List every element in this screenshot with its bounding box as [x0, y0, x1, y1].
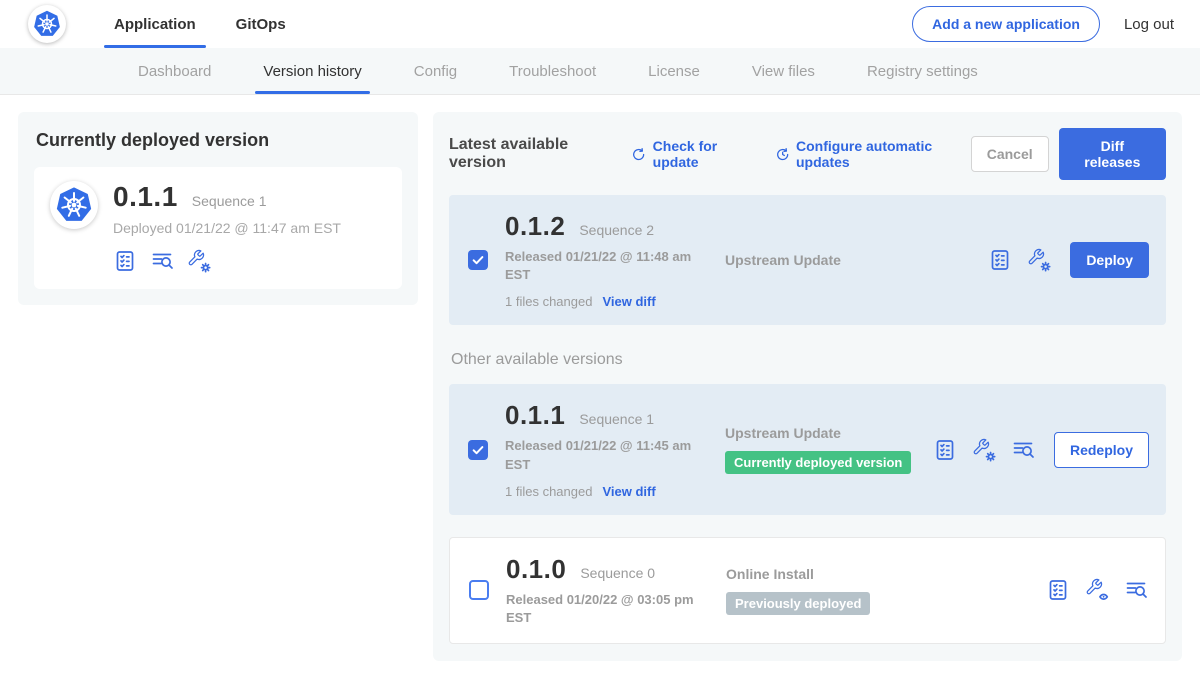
- version-source: Upstream Update Currently deployed versio…: [717, 425, 933, 474]
- files-changed: 1 files changed View diff: [505, 484, 717, 499]
- latest-version-title: Latest available version: [449, 136, 612, 172]
- logout-button[interactable]: Log out: [1124, 16, 1174, 33]
- version-row: 0.1.0 Sequence 0 Released 01/20/22 @ 03:05…: [449, 537, 1166, 644]
- released-timestamp: Released 01/21/22 @ 11:45 am EST: [505, 437, 705, 473]
- main-content: Currently deployed version 0.1.1 Sequenc…: [0, 95, 1200, 678]
- view-logs-icon[interactable]: [1011, 438, 1035, 462]
- latest-version-list: 0.1.2 Sequence 2 Released 01/21/22 @ 11:48…: [449, 195, 1166, 325]
- released-timestamp: Released 01/21/22 @ 11:48 am EST: [505, 248, 705, 284]
- version-source: Upstream Update: [717, 252, 988, 268]
- version-line: 0.1.1 Sequence 1: [505, 400, 717, 431]
- version-checkbox[interactable]: [468, 440, 488, 460]
- sub-nav-tab-license[interactable]: License: [622, 48, 726, 94]
- version-line: 0.1.2 Sequence 2: [505, 211, 717, 242]
- sub-nav-tab-version-history[interactable]: Version history: [237, 48, 387, 94]
- version-actions: [1046, 578, 1151, 602]
- redeploy-button[interactable]: Redeploy: [1054, 432, 1149, 468]
- edit-config-icon[interactable]: [1027, 248, 1051, 272]
- kots-admin-console: { "header": { "nav_tabs": [ { "label": "…: [0, 0, 1200, 634]
- deployed-version-label: 0.1.1: [113, 181, 178, 213]
- version-row: 0.1.2 Sequence 2 Released 01/21/22 @ 11:48…: [449, 195, 1166, 325]
- scheduled-update-icon: [775, 146, 790, 163]
- files-changed-label: 1 files changed: [505, 294, 592, 309]
- deployed-version-info: 0.1.1 Sequence 1 Deployed 01/21/22 @ 11:…: [113, 181, 341, 273]
- deployed-timestamp: Deployed 01/21/22 @ 11:47 am EST: [113, 220, 341, 236]
- top-nav-tab-gitops[interactable]: GitOps: [216, 0, 306, 48]
- version-info: 0.1.0 Sequence 0 Released 01/20/22 @ 03:05…: [506, 554, 718, 627]
- add-application-button[interactable]: Add a new application: [912, 6, 1100, 42]
- sub-nav-tab-view-files[interactable]: View files: [726, 48, 841, 94]
- version-actions: Redeploy: [933, 432, 1152, 468]
- version-label: 0.1.0: [506, 554, 566, 585]
- preflight-checks-icon[interactable]: [988, 248, 1012, 272]
- status-badge: Previously deployed: [726, 592, 870, 615]
- configure-automatic-updates-link[interactable]: Configure automatic updates: [775, 138, 971, 170]
- deploy-button[interactable]: Deploy: [1070, 242, 1149, 278]
- view-diff-link[interactable]: View diff: [602, 484, 655, 499]
- released-timestamp: Released 01/20/22 @ 03:05 pm EST: [506, 591, 706, 627]
- source-label: Upstream Update: [725, 425, 933, 441]
- app-sub-nav: DashboardVersion historyConfigTroublesho…: [0, 48, 1200, 95]
- deployed-version-card: 0.1.1 Sequence 1 Deployed 01/21/22 @ 11:…: [34, 167, 402, 289]
- version-info: 0.1.1 Sequence 1 Released 01/21/22 @ 11:45…: [505, 400, 717, 498]
- version-label: 0.1.2: [505, 211, 565, 242]
- preflight-checks-icon[interactable]: [113, 249, 137, 273]
- version-checkbox[interactable]: [468, 250, 488, 270]
- top-nav-tab-application[interactable]: Application: [94, 0, 216, 48]
- sequence-label: Sequence 0: [580, 565, 655, 581]
- latest-version-header: Latest available version Check for updat…: [449, 128, 1166, 180]
- status-badge: Currently deployed version: [725, 451, 911, 474]
- other-versions-title: Other available versions: [451, 351, 1164, 369]
- sub-nav-tab-dashboard[interactable]: Dashboard: [112, 48, 237, 94]
- version-history-panel: Latest available version Check for updat…: [433, 112, 1182, 661]
- deployed-sequence-label: Sequence 1: [192, 193, 267, 209]
- version-label: 0.1.1: [505, 400, 565, 431]
- sub-nav-tab-troubleshoot[interactable]: Troubleshoot: [483, 48, 622, 94]
- preflight-checks-icon[interactable]: [933, 438, 957, 462]
- files-changed-label: 1 files changed: [505, 484, 592, 499]
- edit-config-icon[interactable]: [187, 249, 211, 273]
- top-nav: ApplicationGitOps Add a new application …: [0, 0, 1200, 48]
- version-checkbox[interactable]: [469, 580, 489, 600]
- sequence-label: Sequence 1: [579, 411, 654, 427]
- view-logs-icon[interactable]: [150, 249, 174, 273]
- diff-releases-button[interactable]: Diff releases: [1059, 128, 1166, 180]
- other-versions-list: 0.1.1 Sequence 1 Released 01/21/22 @ 11:45…: [449, 384, 1166, 644]
- deployed-panel-title: Currently deployed version: [36, 130, 402, 151]
- version-info: 0.1.2 Sequence 2 Released 01/21/22 @ 11:48…: [505, 211, 717, 309]
- deployed-version-actions: [113, 249, 341, 273]
- sub-nav-tab-registry-settings[interactable]: Registry settings: [841, 48, 1004, 94]
- view-logs-icon[interactable]: [1124, 578, 1148, 602]
- edit-config-icon[interactable]: [972, 438, 996, 462]
- top-nav-right: Add a new application Log out: [912, 6, 1174, 42]
- top-nav-tabs: ApplicationGitOps: [94, 0, 306, 48]
- currently-deployed-panel: Currently deployed version 0.1.1 Sequenc…: [18, 112, 418, 305]
- cancel-button[interactable]: Cancel: [971, 136, 1049, 172]
- version-source: Online Install Previously deployed: [718, 566, 1046, 615]
- files-changed: 1 files changed View diff: [505, 294, 717, 309]
- source-label: Online Install: [726, 566, 1046, 582]
- sub-nav-tab-config[interactable]: Config: [388, 48, 483, 94]
- view-diff-link[interactable]: View diff: [602, 294, 655, 309]
- app-icon: [50, 181, 98, 229]
- version-actions: Deploy: [988, 242, 1152, 278]
- kubernetes-logo: [28, 5, 66, 43]
- view-config-icon[interactable]: [1085, 578, 1109, 602]
- preflight-checks-icon[interactable]: [1046, 578, 1070, 602]
- check-for-update-link[interactable]: Check for update: [631, 138, 755, 170]
- source-label: Upstream Update: [725, 252, 988, 268]
- version-row: 0.1.1 Sequence 1 Released 01/21/22 @ 11:45…: [449, 384, 1166, 514]
- version-line: 0.1.0 Sequence 0: [506, 554, 718, 585]
- refresh-icon: [631, 146, 646, 163]
- sequence-label: Sequence 2: [579, 222, 654, 238]
